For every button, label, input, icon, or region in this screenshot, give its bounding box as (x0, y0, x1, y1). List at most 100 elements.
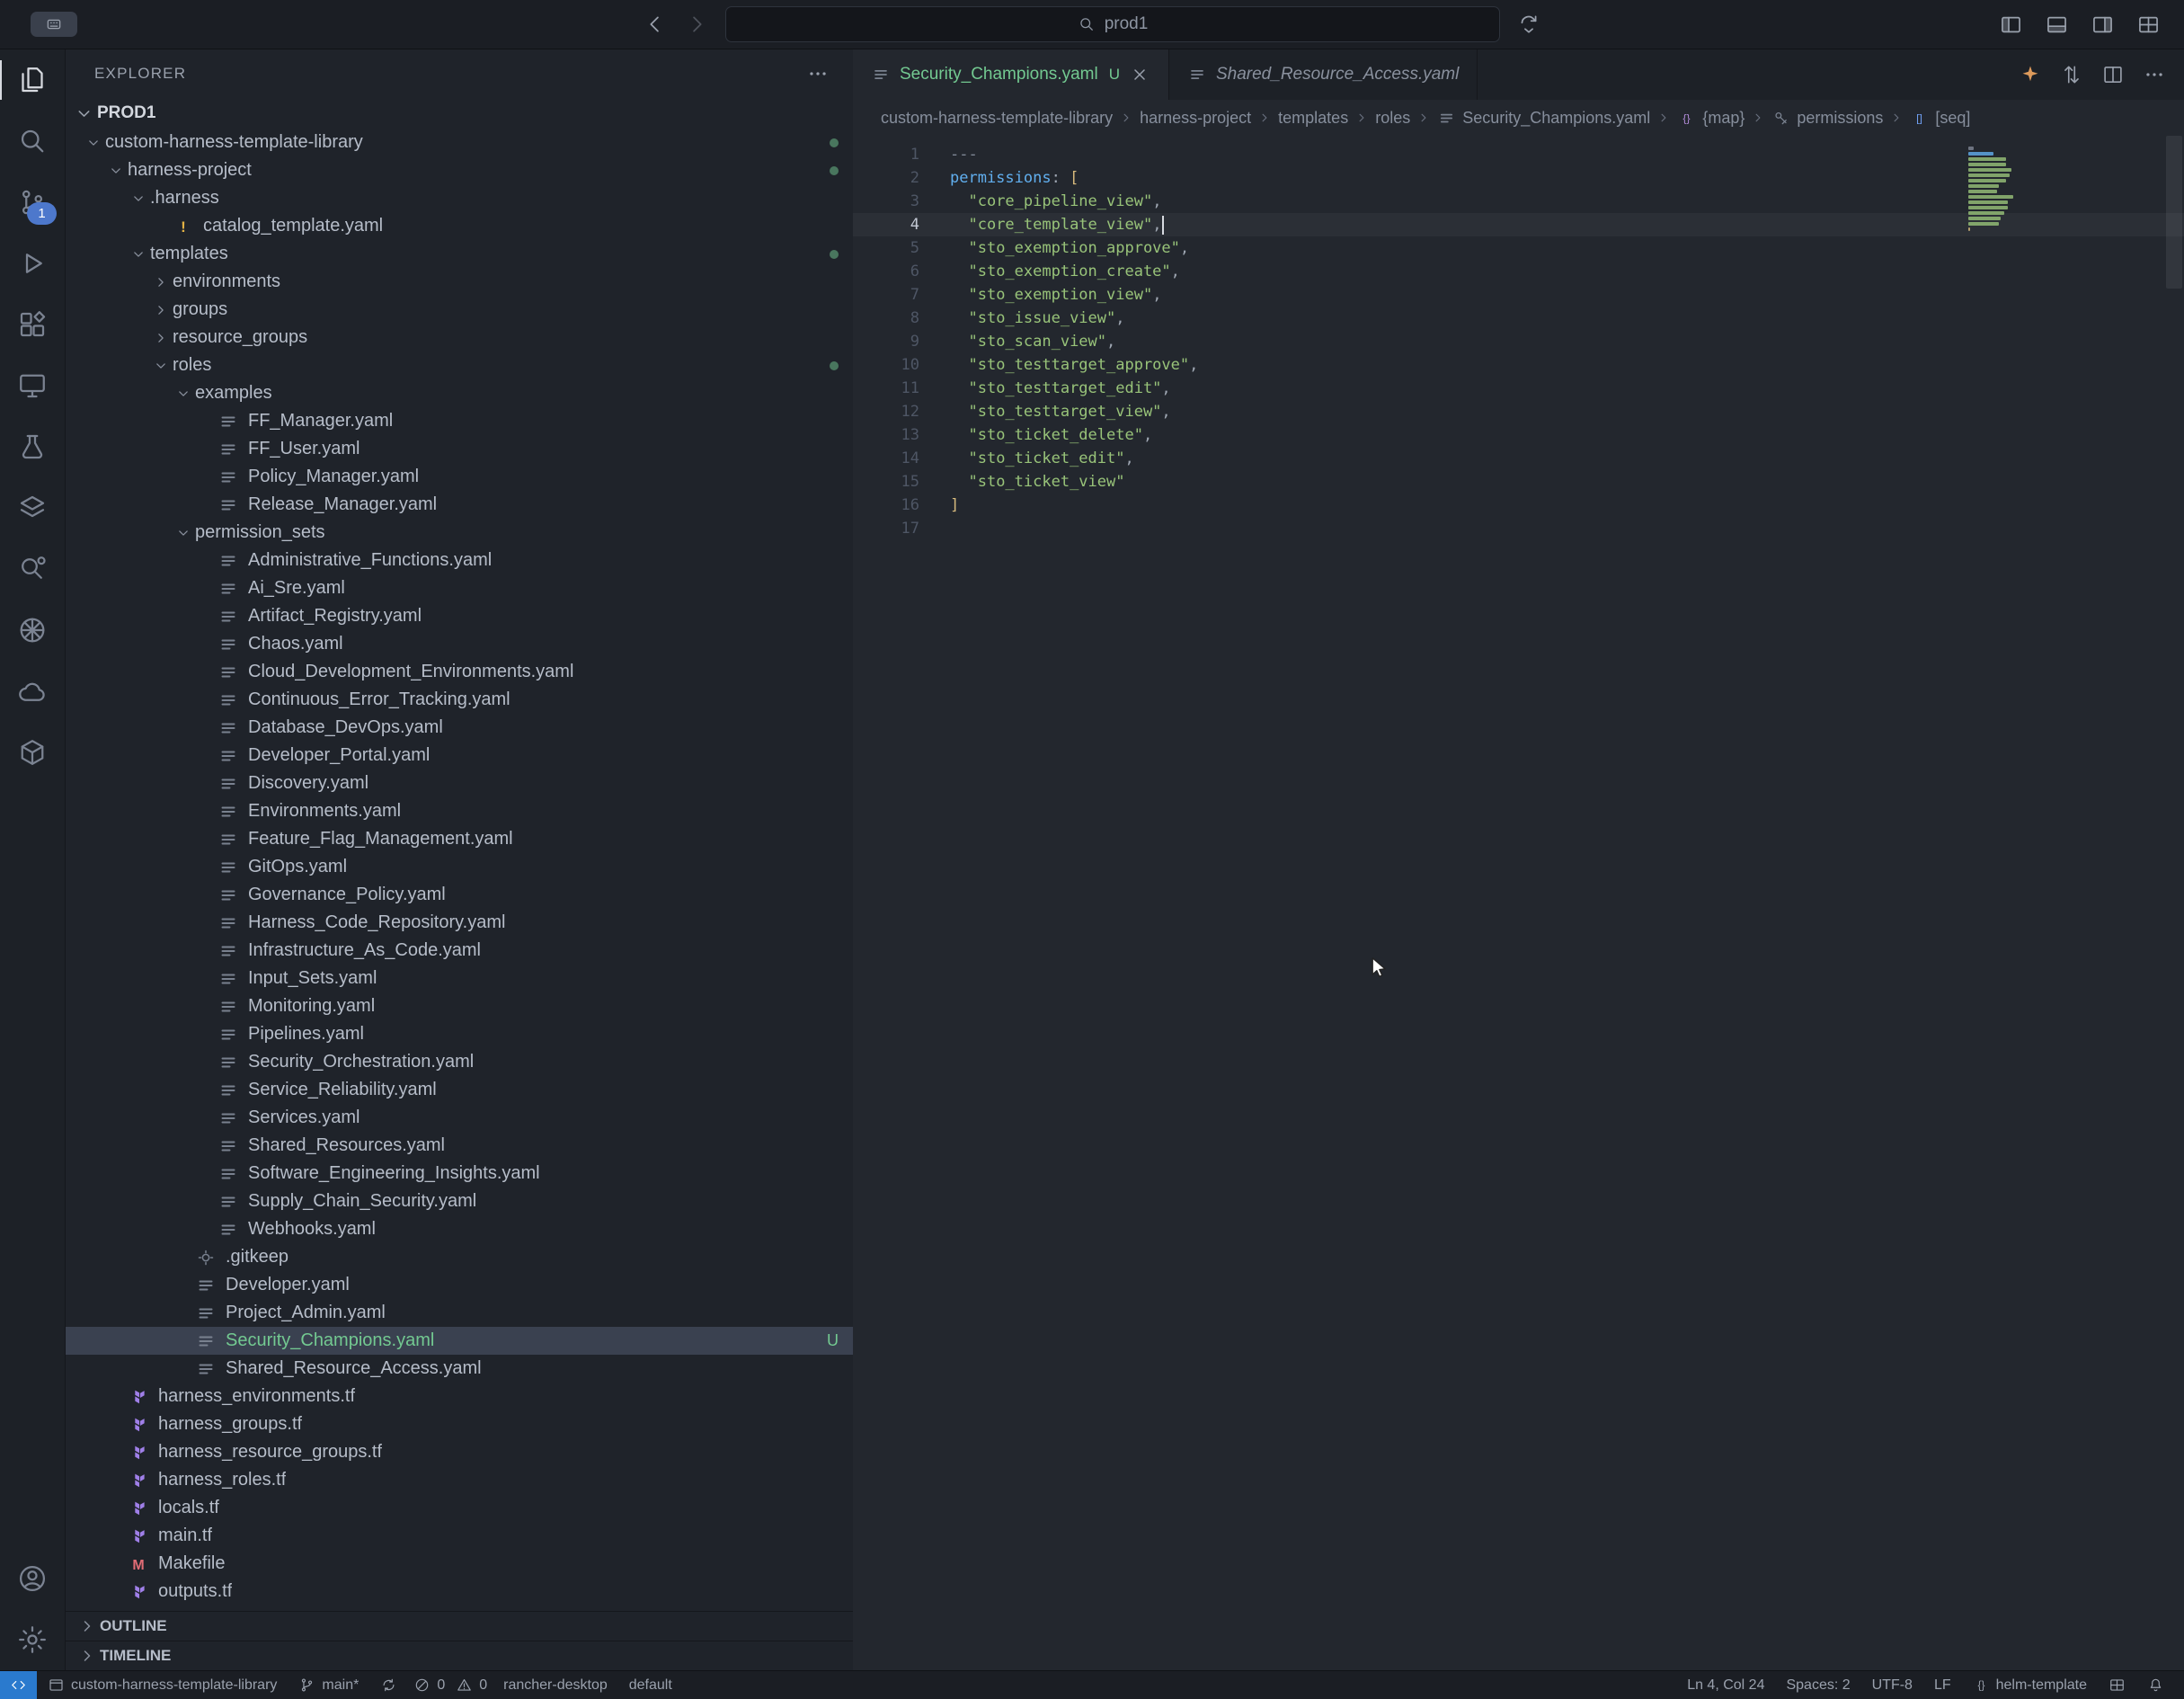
tree-file-feature-flag-management-yaml[interactable]: Feature_Flag_Management.yaml (66, 825, 853, 853)
tree-folder-examples[interactable]: examples (66, 379, 853, 407)
activity-cloud[interactable] (0, 661, 65, 722)
status-kube-context[interactable]: default (618, 1671, 683, 1699)
code-line-5[interactable]: 5 "sto_exemption_approve", (853, 236, 2184, 260)
activity-kubernetes[interactable] (0, 600, 65, 661)
tree-file-governance-policy-yaml[interactable]: Governance_Policy.yaml (66, 881, 853, 909)
activity-extensions[interactable] (0, 294, 65, 355)
workspace-root[interactable]: PROD1 (66, 98, 853, 129)
tree-file-infrastructure-as-code-yaml[interactable]: Infrastructure_As_Code.yaml (66, 937, 853, 965)
tree-file-harness-environments-tf[interactable]: harness_environments.tf (66, 1383, 853, 1410)
activity-run-debug[interactable] (0, 233, 65, 294)
status-sync-changes[interactable] (369, 1671, 408, 1699)
tree-file-project-admin-yaml[interactable]: Project_Admin.yaml (66, 1299, 853, 1327)
tree-file-main-tf[interactable]: main.tf (66, 1522, 853, 1550)
tree-file-cloud-development-environments-yaml[interactable]: Cloud_Development_Environments.yaml (66, 658, 853, 686)
tree-file-webhooks-yaml[interactable]: Webhooks.yaml (66, 1215, 853, 1243)
breadcrumb-roles[interactable]: roles (1372, 109, 1413, 128)
breadcrumb-permissions[interactable]: permissions (1769, 109, 1886, 128)
tree-folder-harness[interactable]: .harness (66, 184, 853, 212)
status-errors[interactable]: 0 (408, 1671, 450, 1699)
code-line-11[interactable]: 11 "sto_testtarget_edit", (853, 377, 2184, 400)
tree-file-supply-chain-security-yaml[interactable]: Supply_Chain_Security.yaml (66, 1188, 853, 1215)
tree-file-administrative-functions-yaml[interactable]: Administrative_Functions.yaml (66, 547, 853, 574)
tree-file-chaos-yaml[interactable]: Chaos.yaml (66, 630, 853, 658)
tab-shared-resource-access-yaml[interactable]: Shared_Resource_Access.yaml (1169, 49, 1478, 100)
activity-search[interactable] (0, 111, 65, 172)
nav-forward-icon[interactable] (684, 12, 709, 37)
panel-bottom-icon[interactable] (2045, 13, 2069, 37)
tree-file-shared-resources-yaml[interactable]: Shared_Resources.yaml (66, 1132, 853, 1160)
layout-grid-icon[interactable] (2136, 13, 2161, 37)
close-icon[interactable] (1129, 64, 1150, 85)
tree-file-ai-sre-yaml[interactable]: Ai_Sre.yaml (66, 574, 853, 602)
tree-file-harness-resource-groups-tf[interactable]: harness_resource_groups.tf (66, 1438, 853, 1466)
status-git-branch[interactable]: main* (288, 1671, 369, 1699)
tab-security-champions-yaml[interactable]: Security_Champions.yamlU (853, 49, 1169, 100)
tree-folder-harness-project[interactable]: harness-project (66, 156, 853, 184)
activity-package[interactable] (0, 722, 65, 783)
tree-file-harness-code-repository-yaml[interactable]: Harness_Code_Repository.yaml (66, 909, 853, 937)
code-line-15[interactable]: 15 "sto_ticket_view" (853, 470, 2184, 494)
breadcrumb-seq[interactable]: [][seq] (1907, 109, 1973, 128)
tree-folder-environments[interactable]: environments (66, 268, 853, 296)
tree-file-release-manager-yaml[interactable]: Release_Manager.yaml (66, 491, 853, 519)
code-line-12[interactable]: 12 "sto_testtarget_view", (853, 400, 2184, 423)
tree-file-services-yaml[interactable]: Services.yaml (66, 1104, 853, 1132)
more-actions-icon[interactable] (806, 62, 830, 85)
code-line-9[interactable]: 9 "sto_scan_view", (853, 330, 2184, 353)
activity-layers[interactable] (0, 477, 65, 538)
compare-icon[interactable] (2060, 63, 2083, 86)
sidebar-section-timeline[interactable]: TIMELINE (66, 1641, 853, 1670)
tree-file-input-sets-yaml[interactable]: Input_Sets.yaml (66, 965, 853, 992)
sync-dropdown-icon[interactable] (1516, 12, 1541, 37)
tree-file-shared-resource-access-yaml[interactable]: Shared_Resource_Access.yaml (66, 1355, 853, 1383)
command-center-search[interactable]: prod1 (725, 6, 1500, 42)
tree-folder-groups[interactable]: groups (66, 296, 853, 324)
tree-file-catalog-template-yaml[interactable]: !catalog_template.yaml (66, 212, 853, 240)
activity-beaker[interactable] (0, 416, 65, 477)
status-editor-layout[interactable] (2098, 1671, 2136, 1699)
status-eol[interactable]: LF (1923, 1671, 1962, 1699)
tree-file-continuous-error-tracking-yaml[interactable]: Continuous_Error_Tracking.yaml (66, 686, 853, 714)
tree-file-security-champions-yaml[interactable]: Security_Champions.yamlU (66, 1327, 853, 1355)
activity-source-control[interactable]: 1 (0, 172, 65, 233)
tree-file-database-devops-yaml[interactable]: Database_DevOps.yaml (66, 714, 853, 742)
tree-folder-resource-groups[interactable]: resource_groups (66, 324, 853, 351)
activity-remote-explorer[interactable] (0, 355, 65, 416)
status-indentation[interactable]: Spaces: 2 (1775, 1671, 1860, 1699)
tree-file-gitops-yaml[interactable]: GitOps.yaml (66, 853, 853, 881)
status-rancher-desktop[interactable]: rancher-desktop (493, 1671, 618, 1699)
code-line-16[interactable]: 16] (853, 494, 2184, 517)
tree-file-outputs-tf[interactable]: outputs.tf (66, 1578, 853, 1606)
tree-folder-roles[interactable]: roles (66, 351, 853, 379)
breadcrumb-security-champions-yaml[interactable]: Security_Champions.yaml (1434, 109, 1653, 128)
tree-file-harness-groups-tf[interactable]: harness_groups.tf (66, 1410, 853, 1438)
sidebar-section-outline[interactable]: OUTLINE (66, 1611, 853, 1641)
tree-file-harness-roles-tf[interactable]: harness_roles.tf (66, 1466, 853, 1494)
breadcrumb-map[interactable]: {}{map} (1674, 109, 1747, 128)
code-line-8[interactable]: 8 "sto_issue_view", (853, 307, 2184, 330)
status-cursor-position[interactable]: Ln 4, Col 24 (1676, 1671, 1775, 1699)
tree-file-locals-tf[interactable]: locals.tf (66, 1494, 853, 1522)
tree-file-policy-manager-yaml[interactable]: Policy_Manager.yaml (66, 463, 853, 491)
tree-file-pipelines-yaml[interactable]: Pipelines.yaml (66, 1020, 853, 1048)
status-encoding[interactable]: UTF-8 (1861, 1671, 1923, 1699)
tree-file-security-orchestration-yaml[interactable]: Security_Orchestration.yaml (66, 1048, 853, 1076)
tree-file-software-engineering-insights-yaml[interactable]: Software_Engineering_Insights.yaml (66, 1160, 853, 1188)
tree-file-makefile[interactable]: MMakefile (66, 1550, 853, 1578)
sparkle-icon[interactable] (2019, 63, 2042, 86)
breadcrumb-harness-project[interactable]: harness-project (1137, 109, 1254, 128)
tree-file-developer-portal-yaml[interactable]: Developer_Portal.yaml (66, 742, 853, 769)
activity-account[interactable] (0, 1548, 65, 1609)
editor-scrollbar[interactable] (2166, 136, 2182, 289)
tree-folder-permission-sets[interactable]: permission_sets (66, 519, 853, 547)
status-notifications[interactable] (2136, 1671, 2175, 1699)
status-remote-indicator[interactable] (0, 1671, 37, 1699)
code-line-7[interactable]: 7 "sto_exemption_view", (853, 283, 2184, 307)
app-menu-button[interactable] (31, 12, 77, 37)
activity-settings-gear[interactable] (0, 1609, 65, 1670)
code-line-10[interactable]: 10 "sto_testtarget_approve", (853, 353, 2184, 377)
tree-file-ff-manager-yaml[interactable]: FF_Manager.yaml (66, 407, 853, 435)
tree-file-monitoring-yaml[interactable]: Monitoring.yaml (66, 992, 853, 1020)
status-workspace[interactable]: custom-harness-template-library (37, 1671, 288, 1699)
